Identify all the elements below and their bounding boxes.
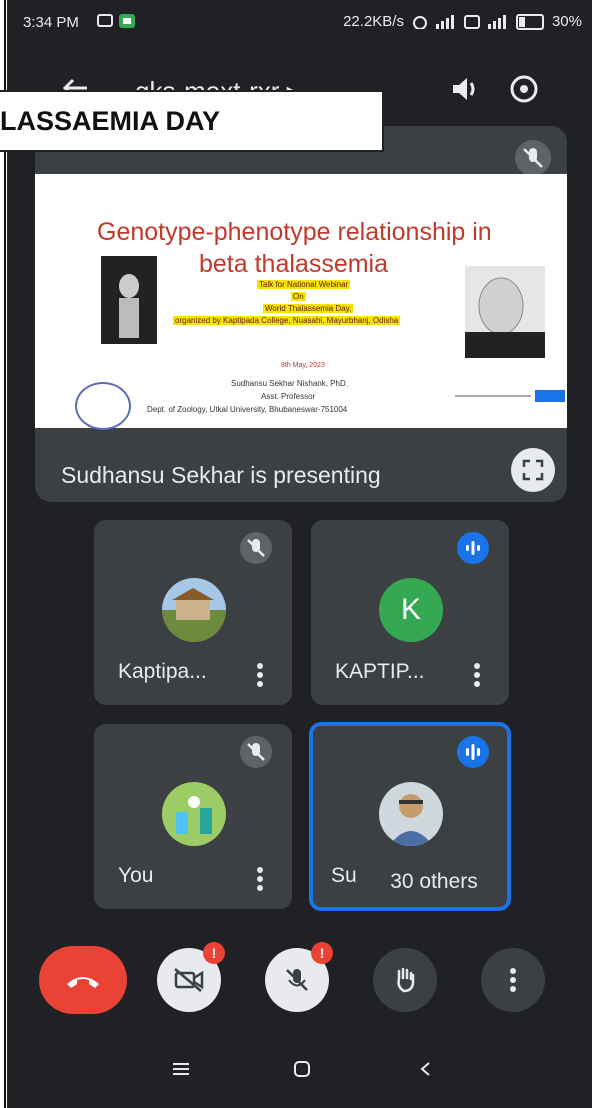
signal-2-icon [487, 14, 506, 29]
volte-icon [463, 14, 480, 29]
home-icon[interactable] [292, 1060, 312, 1078]
avatar [162, 578, 226, 642]
sponsor-logo [455, 390, 565, 402]
slide-author: Sudhansu Sekhar Nishank, PhD. [231, 379, 348, 388]
slide-position: Asst. Professor [261, 392, 316, 401]
slide-talk-line1: Talk for National Webinar [257, 280, 351, 289]
speaker-icon[interactable] [447, 72, 481, 106]
net-speed: 22.2KB/s [343, 13, 404, 30]
shared-slide: Genotype-phenotype relationship in beta … [35, 174, 567, 430]
camera-toggle-button[interactable]: ! [157, 942, 225, 1012]
raise-hand-button[interactable] [373, 948, 437, 1012]
avatar: K [379, 578, 443, 642]
mic-off-icon [515, 140, 551, 176]
banner-text: LASSAEMIA DAY [0, 106, 221, 136]
more-vert-icon[interactable] [465, 660, 489, 690]
slide-date: 8th May, 2023 [281, 362, 325, 369]
slide-talk-line2: On [291, 292, 306, 301]
slide-photo-right [465, 266, 545, 358]
participant-name: Su [331, 864, 357, 887]
alarm-icon [412, 15, 427, 29]
end-call-button[interactable] [39, 946, 127, 1014]
mic-off-icon [240, 736, 272, 768]
fullscreen-icon [522, 459, 544, 481]
status-right: 22.2KB/s 30% [343, 13, 582, 30]
more-options-button[interactable] [481, 948, 545, 1012]
mic-toggle-button[interactable]: ! [265, 942, 333, 1012]
camera-off-icon [174, 968, 204, 992]
end-call-icon [67, 977, 99, 988]
presentation-card[interactable]: Genotype-phenotype relationship in beta … [35, 126, 567, 502]
event-banner: LASSAEMIA DAY [0, 90, 384, 152]
speaking-icon [457, 532, 489, 564]
mic-alert-badge: ! [311, 942, 333, 964]
university-seal-logo [75, 382, 131, 430]
status-time: 3:34 PM [23, 14, 79, 31]
slide-title-line1: Genotype-phenotype relationship in [97, 218, 492, 246]
signal-icon [435, 14, 454, 29]
participant-tile[interactable]: K KAPTIP... [311, 520, 509, 705]
phone-screen: 3:34 PM 22.2KB/s 30% gks-mext-rxr ▸ Geno… [7, 0, 592, 1108]
left-border [0, 0, 7, 1108]
raise-hand-icon [397, 967, 415, 993]
participant-name: KAPTIP... [335, 660, 425, 683]
menu-icon[interactable] [171, 1060, 193, 1078]
switch-camera-icon[interactable] [507, 72, 541, 106]
back-icon[interactable] [417, 1060, 435, 1078]
slide-talk-line4: organized by Kaptipada College, Nuasahi,… [173, 316, 401, 325]
participant-tile[interactable]: Kaptipa... [94, 520, 292, 705]
others-chip[interactable]: 30 others [365, 860, 503, 904]
status-bar: 3:34 PM 22.2KB/s 30% [7, 0, 592, 44]
more-vert-icon [510, 968, 516, 992]
meet-app-icon [119, 14, 135, 28]
speaking-icon [457, 736, 489, 768]
participant-tile-self[interactable]: You [94, 724, 292, 909]
more-vert-icon[interactable] [248, 660, 272, 690]
cast-icon [97, 14, 113, 27]
presenting-label: Sudhansu Sekhar is presenting [61, 462, 381, 488]
slide-photo-left [101, 256, 157, 344]
slide-talk-line3: World Thalassemia Day, [263, 304, 354, 313]
slide-title-line2: beta thalassemia [199, 250, 389, 278]
slide-dept: Dept. of Zoology, Utkal University, Bhub… [147, 405, 348, 414]
avatar [162, 782, 226, 846]
participant-name: You [118, 864, 154, 887]
camera-alert-badge: ! [203, 942, 225, 964]
participant-name: Kaptipa... [118, 660, 207, 683]
mic-off-icon [240, 532, 272, 564]
avatar [379, 782, 443, 846]
more-vert-icon[interactable] [248, 864, 272, 894]
battery-level: 30% [551, 13, 582, 30]
battery-icon [515, 13, 544, 30]
fullscreen-button[interactable] [511, 448, 555, 492]
mic-off-icon [286, 969, 308, 991]
